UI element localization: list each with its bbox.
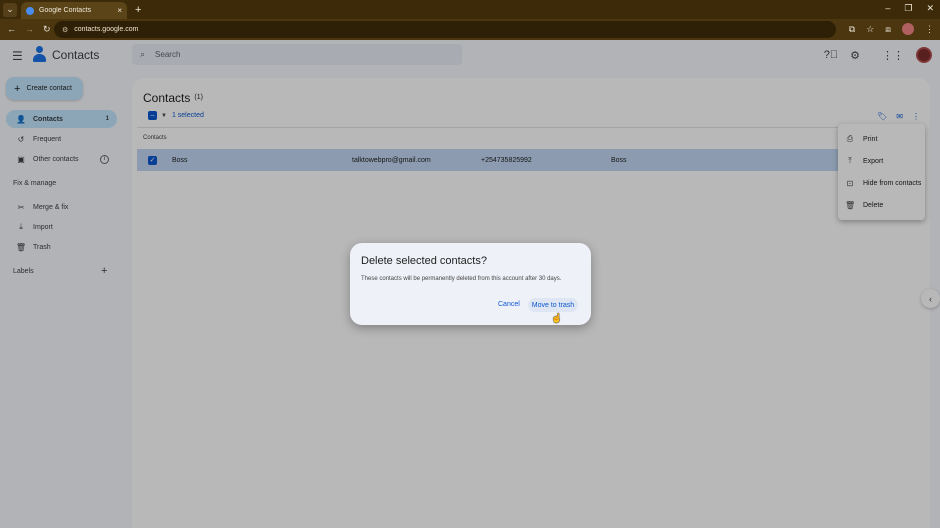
- tab-search-icon[interactable]: ⌄: [3, 2, 17, 17]
- install-app-icon[interactable]: ⧉: [849, 24, 855, 35]
- bookmark-star-icon[interactable]: ☆: [866, 24, 874, 35]
- browser-toolbar: ← → ↻ ⚙ contacts.google.com ⧉ ☆ ⧈ ⋮: [0, 19, 940, 40]
- browser-profile-icon[interactable]: [902, 23, 914, 35]
- hand-cursor-icon: ☝: [551, 313, 563, 323]
- tab-close-icon[interactable]: ×: [117, 6, 122, 15]
- tab-title: Google Contacts: [39, 7, 92, 14]
- reload-icon[interactable]: ↻: [43, 24, 51, 35]
- url-text: contacts.google.com: [74, 26, 139, 33]
- new-tab-button[interactable]: +: [135, 4, 141, 16]
- back-icon[interactable]: ←: [7, 24, 16, 35]
- minimize-icon[interactable]: –: [885, 3, 890, 14]
- browser-actions: ⧉ ☆ ⧈ ⋮: [849, 23, 934, 35]
- dialog-title: Delete selected contacts?: [361, 255, 487, 267]
- restore-icon[interactable]: ❐: [904, 3, 912, 14]
- dialog-body: These contacts will be permanently delet…: [361, 276, 562, 282]
- window-controls: – ❐ ✕: [885, 3, 934, 14]
- move-to-trash-button[interactable]: Move to trash: [528, 298, 578, 312]
- nav-buttons: ← → ↻: [7, 24, 51, 35]
- forward-icon[interactable]: →: [25, 24, 34, 35]
- browser-tab[interactable]: Google Contacts ×: [21, 2, 127, 19]
- contacts-favicon-icon: [26, 6, 34, 15]
- address-bar[interactable]: ⚙ contacts.google.com: [54, 21, 836, 38]
- extensions-icon[interactable]: ⧈: [885, 24, 891, 35]
- site-info-icon[interactable]: ⚙: [62, 26, 68, 34]
- browser-menu-icon[interactable]: ⋮: [925, 24, 934, 35]
- close-window-icon[interactable]: ✕: [926, 3, 934, 14]
- cancel-button[interactable]: Cancel: [498, 301, 520, 308]
- browser-tabbar: ⌄ Google Contacts × + – ❐ ✕: [0, 0, 940, 19]
